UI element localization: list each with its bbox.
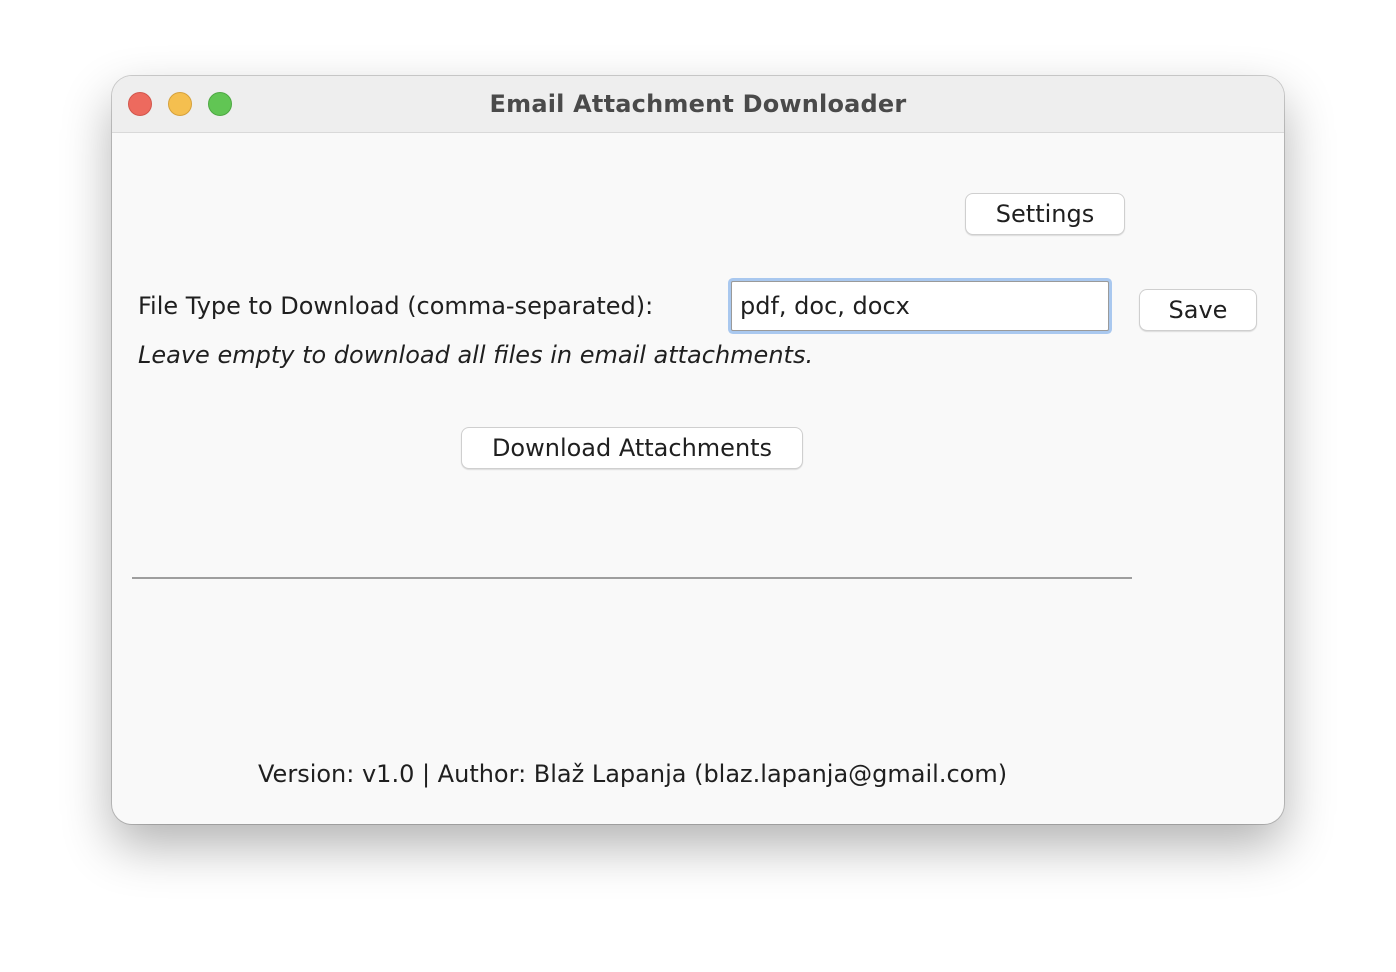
separator [132, 577, 1132, 579]
save-button[interactable]: Save [1139, 289, 1257, 331]
title-bar: Email Attachment Downloader [112, 76, 1284, 133]
window-title: Email Attachment Downloader [489, 90, 907, 118]
file-type-hint: Leave empty to download all files in ema… [138, 341, 814, 369]
download-attachments-button[interactable]: Download Attachments [461, 427, 803, 469]
file-type-input[interactable]: pdf, doc, docx [731, 281, 1109, 331]
settings-button[interactable]: Settings [965, 193, 1125, 235]
app-window: Email Attachment Downloader Settings Fil… [112, 76, 1284, 824]
version-footer: Version: v1.0 | Author: Blaž Lapanja (bl… [258, 760, 1008, 788]
file-type-label: File Type to Download (comma-separated): [138, 292, 654, 320]
